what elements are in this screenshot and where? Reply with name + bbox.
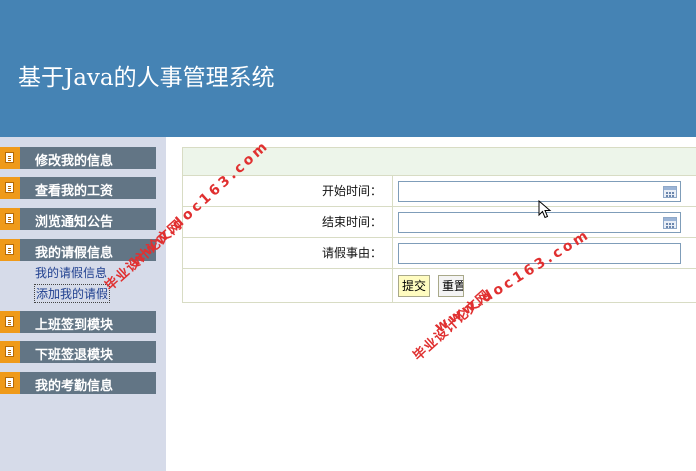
- sidebar-item-label: 查看我的工资: [35, 184, 114, 199]
- calendar-icon[interactable]: [663, 186, 677, 198]
- sidebar-item-notices[interactable]: 浏览通知公告: [0, 208, 156, 230]
- document-icon: [0, 372, 20, 394]
- sidebar-item-check-in[interactable]: 上班签到模块: [0, 311, 156, 333]
- form-row-start-time: 开始时间：: [183, 176, 696, 207]
- document-icon: [0, 311, 20, 333]
- end-time-label: 结束时间：: [183, 207, 393, 237]
- sidebar-item-label: 我的考勤信息: [35, 379, 114, 394]
- document-icon: [0, 341, 20, 363]
- leave-form: 开始时间： 结束时间： 请假事由： 提交 重置: [182, 147, 696, 303]
- form-row-actions: 提交 重置: [183, 269, 696, 302]
- sidebar-item-check-out[interactable]: 下班签退模块: [0, 341, 156, 363]
- reset-button[interactable]: 重置: [438, 275, 464, 297]
- sidebar-item-label: 上班签到模块: [35, 318, 114, 333]
- app-title: 基于Java的人事管理系统: [18, 65, 275, 91]
- header-banner: 基于Java的人事管理系统: [0, 0, 696, 137]
- document-icon: [0, 208, 20, 230]
- sub-item-add-leave[interactable]: 添加我的请假: [34, 284, 111, 303]
- start-time-input[interactable]: [398, 181, 681, 202]
- sidebar-item-label: 修改我的信息: [35, 154, 114, 169]
- document-icon: [0, 147, 20, 169]
- mouse-cursor-icon: [538, 200, 552, 219]
- form-row-reason: 请假事由：: [183, 238, 696, 269]
- submit-button[interactable]: 提交: [398, 275, 431, 297]
- sidebar-item-view-salary[interactable]: 查看我的工资: [0, 177, 156, 199]
- actions-label-cell: [183, 269, 393, 302]
- reason-label: 请假事由：: [183, 238, 393, 268]
- sidebar-item-attendance[interactable]: 我的考勤信息: [0, 372, 156, 394]
- sidebar-item-label: 浏览通知公告: [35, 215, 114, 230]
- document-icon: [0, 239, 20, 261]
- document-icon: [0, 177, 20, 199]
- sidebar-item-edit-info[interactable]: 修改我的信息: [0, 147, 156, 169]
- sidebar-item-label: 我的请假信息: [35, 246, 114, 261]
- calendar-icon[interactable]: [663, 217, 677, 229]
- sub-item-my-leave[interactable]: 我的请假信息: [35, 264, 107, 281]
- form-row-end-time: 结束时间：: [183, 207, 696, 238]
- sidebar-item-label: 下班签退模块: [35, 348, 114, 363]
